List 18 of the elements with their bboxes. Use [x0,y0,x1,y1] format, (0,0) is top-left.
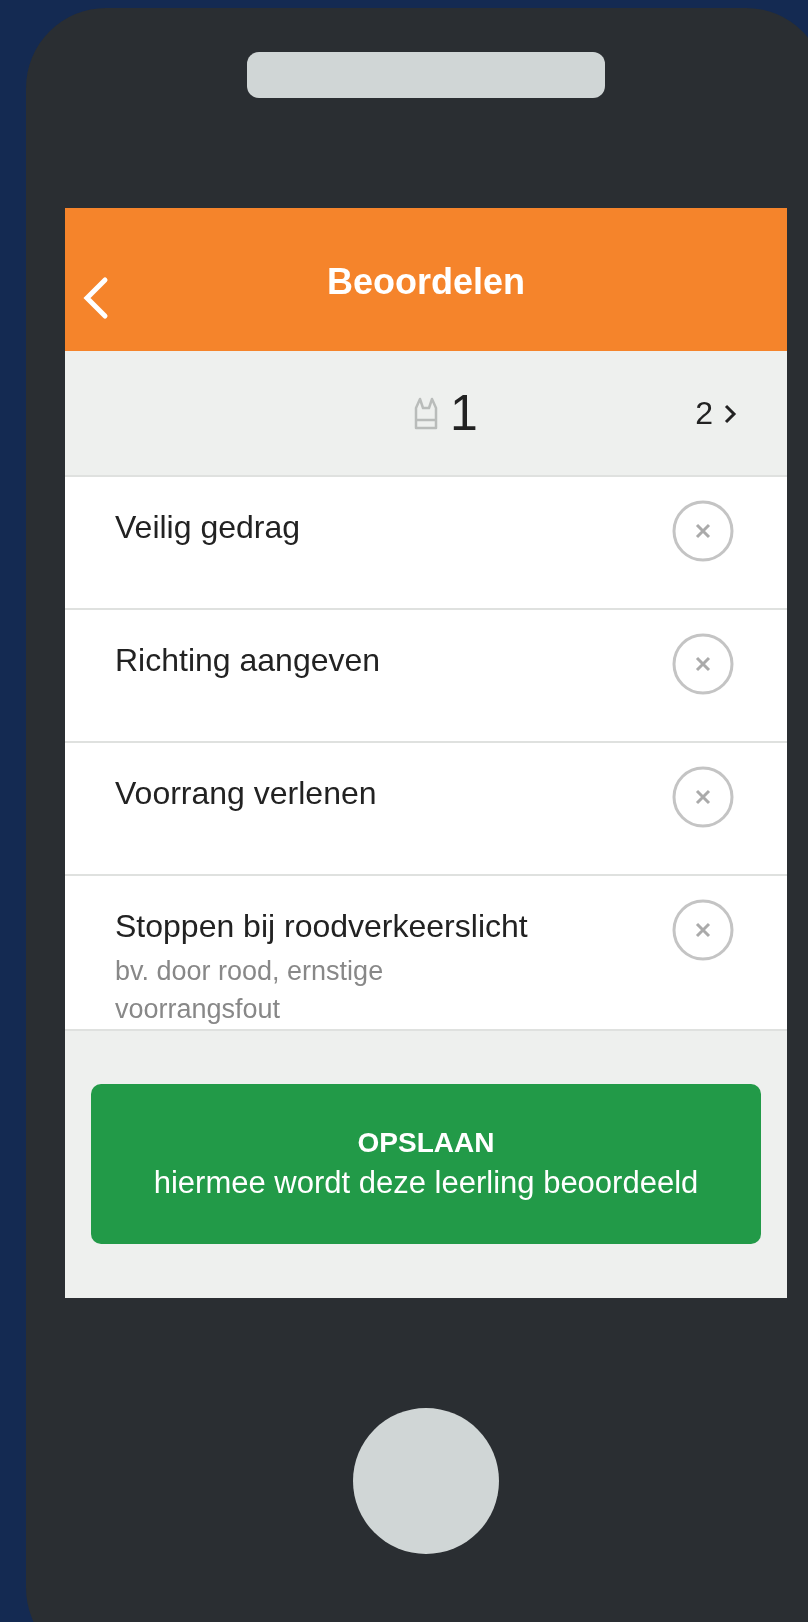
remove-button[interactable] [671,499,735,563]
save-button[interactable]: OPSLAAN hiermee wordt deze leerling beoordeeld [91,1084,761,1245]
next-student-link[interactable]: 2 [695,395,737,432]
close-circle-icon [671,765,735,829]
chevron-right-icon [723,402,737,425]
remove-button[interactable] [671,632,735,696]
remove-button[interactable] [671,898,735,962]
close-circle-icon [671,499,735,563]
criterion-label: Stoppen bij roodverkeerslicht [115,908,528,945]
close-circle-icon [671,898,735,962]
student-number: 1 [450,384,478,442]
criterion-hint: bv. door rood, ernstige voorrangsfout [115,955,385,1026]
remove-button[interactable] [671,765,735,829]
criterion-label: Richting aangeven [115,642,381,679]
criterion-label: Voorrang verlenen [115,775,377,812]
criterion-label: Veilig gedrag [115,509,301,546]
screen-title: Beoordelen [326,260,525,303]
close-circle-icon [671,632,735,696]
